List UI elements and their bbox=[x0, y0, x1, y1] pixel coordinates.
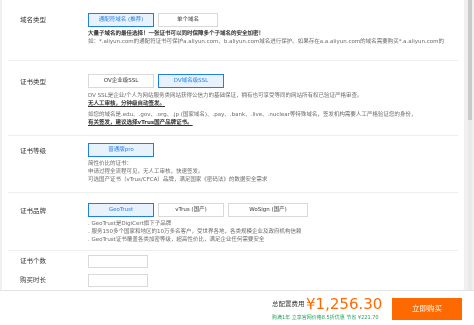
option-geotrust[interactable]: GeoTrust bbox=[88, 203, 154, 217]
divider bbox=[8, 192, 458, 193]
discount-note: 购满1年 立享官网价格8.5折优惠 节省 ¥221.70 bbox=[272, 315, 379, 321]
cert-level-desc-3: 可选国产证书（vTrus/CFCA）品牌，满足国家《密码法》的数据安全需求 bbox=[88, 177, 268, 183]
scrollbar[interactable] bbox=[468, 0, 472, 290]
cert-brand-desc-3: . GeoTrust证书覆盖各类加密等级，超高性价比，满足企业任何需要安全 bbox=[88, 237, 265, 243]
cert-level-desc-1: 简性价比的证书： bbox=[88, 161, 133, 167]
cert-count-label: 证书个数 bbox=[20, 257, 46, 265]
cert-count-stepper[interactable] bbox=[88, 255, 148, 268]
option-wosign[interactable]: WoSign (国产) bbox=[228, 203, 308, 217]
configuration-panel: 域名类型 通配符域名 (推荐) 单个域名 大量子域名的最佳选择！一张证书可以同时… bbox=[2, 0, 464, 290]
cert-type-label: 证书类型 bbox=[20, 78, 46, 86]
domain-type-label: 域名类型 bbox=[20, 16, 46, 24]
option-dv-ssl[interactable]: DV域名级SSL bbox=[158, 74, 224, 88]
option-vtrus[interactable]: vTrus (国产) bbox=[158, 203, 224, 217]
divider bbox=[8, 135, 458, 136]
option-standard-pro[interactable]: 普通版pro bbox=[88, 143, 154, 157]
cert-level-desc-2: 申请过程全流程可见，无人工审核，快速签发。 bbox=[88, 169, 204, 175]
option-wildcard-domain[interactable]: 通配符域名 (推荐) bbox=[88, 13, 154, 27]
cert-type-desc-4: 有关签发，建议选择vTrus国产品牌证书。 bbox=[88, 120, 193, 126]
scrollbar-thumb[interactable] bbox=[468, 0, 472, 120]
buy-now-button[interactable]: 立即购买 bbox=[392, 298, 462, 320]
cert-brand-label: 证书品牌 bbox=[20, 207, 46, 215]
cert-brand-desc-2: . 服务150多个国家和地区的10万多名客户，受世界各地，各类规模企业及政府机构… bbox=[88, 229, 302, 235]
cert-level-label: 证书等级 bbox=[20, 147, 46, 155]
domain-type-desc-1: 大量子域名的最佳选择！一张证书可以同时保障多个子域名的安全加密！ bbox=[88, 31, 265, 37]
cert-type-desc-2: 无人工审核，分钟级自动签发。 bbox=[88, 101, 166, 107]
divider bbox=[8, 250, 458, 251]
cert-type-desc-1: DV SSL是企业/个人为网站服务类网站获得公信力的基础保证，拥有也可享受等同的… bbox=[88, 93, 363, 99]
duration-label: 购买时长 bbox=[20, 276, 46, 284]
divider bbox=[8, 60, 458, 61]
option-single-domain[interactable]: 单个域名 bbox=[158, 13, 218, 27]
total-price: ¥1,256.30 bbox=[306, 295, 383, 313]
domain-type-desc-2: 如：*.aliyun.com的通配符证书可保护a.aliyun.com、b.al… bbox=[88, 39, 444, 45]
cert-type-desc-3: 如您的域名是.edu、.gov、.org、.jp (国家域名)、.pay、.ba… bbox=[88, 112, 417, 118]
cert-brand-desc-1: . GeoTrust是DigiCert旗下子品牌 bbox=[88, 221, 172, 227]
total-price-label: 总配置费用 bbox=[272, 300, 305, 308]
option-ov-ssl[interactable]: OV企业级SSL bbox=[88, 74, 154, 88]
checkout-bar: 总配置费用 ¥1,256.30 购满1年 立享官网价格8.5折优惠 节省 ¥22… bbox=[0, 290, 474, 325]
duration-stepper[interactable] bbox=[88, 274, 148, 287]
